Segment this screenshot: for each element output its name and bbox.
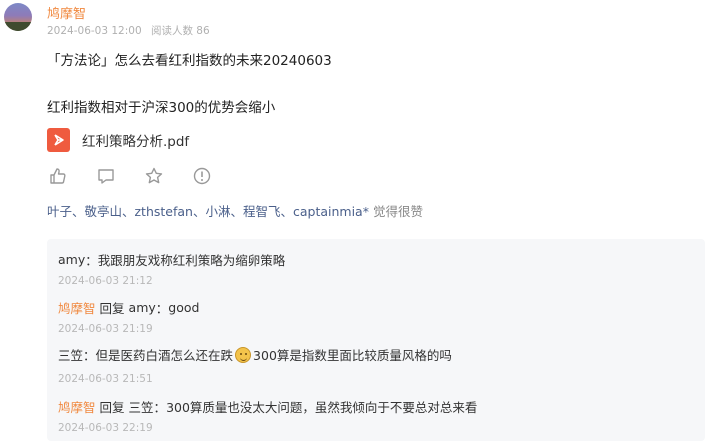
comment-separator: ： — [85, 253, 98, 268]
likers-line: 叶子、敬亭山、zthstefan、小淋、程智飞、captainmia* 觉得很赞 — [47, 201, 423, 220]
likers-names[interactable]: 叶子、敬亭山、zthstefan、小淋、程智飞、captainmia* — [47, 204, 369, 219]
pdf-icon — [47, 128, 70, 152]
read-count: 阅读人数 86 — [150, 25, 210, 37]
comment-item: 三笠：但是医药白酒怎么还在跌 300算是指数里面比较质量风格的吗 2024-06-… — [58, 345, 452, 385]
comment-time: 2024-06-03 22:19 — [58, 422, 153, 434]
comment-time: 2024-06-03 21:12 — [58, 275, 153, 287]
reply-target[interactable]: amy — [129, 300, 156, 315]
comment-item: 鸠摩智 回复 三笠： 300算质量也没太大问题，虽然我倾向于不要总对总来看 2024-… — [58, 397, 477, 434]
comment-text: 300算质量也没太大问题，虽然我倾向于不要总对总来看 — [166, 400, 478, 415]
comment-time: 2024-06-03 21:19 — [58, 323, 153, 335]
comment-separator: ： — [83, 348, 96, 363]
post-date: 2024-06-03 12:00 — [47, 25, 142, 37]
comment-list: amy：我跟朋友戏称红利策略为缩卵策略 2024-06-03 21:12 鸠摩智… — [47, 239, 705, 441]
comment-item: 鸠摩智 回复 amy： good 2024-06-03 21:19 — [58, 298, 199, 335]
post-subtitle: 红利指数相对于沪深300的优势会缩小 — [47, 100, 276, 116]
comment-author[interactable]: 鸠摩智 — [58, 298, 96, 317]
comment-icon — [98, 169, 114, 184]
post-title: 「方法论」怎么去看红利指数的未来20240603 — [47, 53, 332, 69]
comment-time: 2024-06-03 21:51 — [58, 373, 153, 385]
comment-button[interactable] — [95, 165, 117, 187]
smile-emoji-icon — [235, 346, 252, 363]
post-meta: 2024-06-03 12:00 阅读人数 86 — [47, 23, 210, 38]
likers-suffix: 觉得很赞 — [368, 204, 423, 219]
comment-text: good — [168, 300, 200, 315]
reply-label: 回复 — [99, 301, 125, 316]
comment-author[interactable]: amy — [58, 252, 85, 267]
report-icon — [193, 167, 211, 185]
comment-author[interactable]: 鸠摩智 — [58, 397, 96, 416]
report-button[interactable] — [191, 165, 213, 187]
like-icon — [50, 168, 66, 184]
comment-text: 我跟朋友戏称红利策略为缩卵策略 — [97, 253, 286, 268]
star-icon — [145, 167, 163, 184]
comment-separator: ： — [155, 301, 169, 316]
favorite-button[interactable] — [143, 165, 165, 187]
pdf-attachment[interactable]: 红利策略分析.pdf — [47, 127, 189, 153]
post-author[interactable]: 鸠摩智 — [47, 3, 86, 22]
author-avatar[interactable] — [4, 3, 32, 31]
reply-target[interactable]: 三笠 — [129, 397, 154, 416]
post-actions — [47, 165, 239, 187]
comment-separator: ： — [153, 400, 167, 415]
comment-text-before: 但是医药白酒怎么还在跌 — [95, 348, 234, 363]
comment-text-after: 300算是指数里面比较质量风格的吗 — [253, 348, 452, 363]
like-button[interactable] — [47, 165, 69, 187]
comment-item: amy：我跟朋友戏称红利策略为缩卵策略 2024-06-03 21:12 — [58, 250, 285, 287]
reply-label: 回复 — [99, 400, 125, 415]
comment-author[interactable]: 三笠 — [58, 345, 83, 364]
attachment-name: 红利策略分析.pdf — [82, 134, 190, 150]
